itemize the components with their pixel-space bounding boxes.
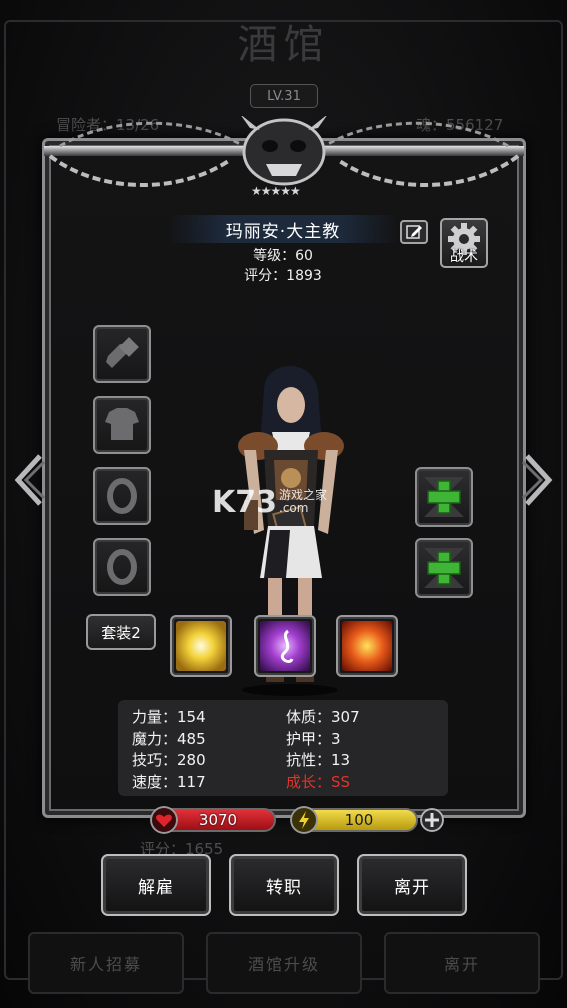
- ring-icon: [107, 549, 137, 585]
- weapon-slot[interactable]: [93, 325, 151, 383]
- edit-pencil-icon: [406, 225, 422, 239]
- tavern-level-badge: LV.31: [250, 84, 318, 108]
- armor-icon: [105, 408, 139, 440]
- stat-resistance: 抗性：13: [286, 751, 351, 769]
- add-accessory-slot-1[interactable]: [415, 467, 473, 527]
- rune-glyph-icon: [280, 629, 294, 663]
- tavern-leave-button[interactable]: 离开: [384, 932, 540, 994]
- burst-skill-icon: [176, 621, 226, 671]
- skill-slot-3[interactable]: [336, 615, 398, 677]
- skill-slot-1[interactable]: [170, 615, 232, 677]
- watermark-line2: .com: [279, 500, 309, 515]
- stat-growth: 成长：SS: [286, 772, 351, 791]
- ring-icon: [107, 478, 137, 514]
- hp-value: 3070: [198, 811, 238, 829]
- tactics-label: 战术: [450, 249, 478, 265]
- job-change-button[interactable]: 转职: [229, 854, 339, 916]
- add-icon: [424, 477, 464, 517]
- heart-icon: [150, 806, 178, 834]
- stat-strength: 力量：154: [132, 708, 206, 726]
- hero-star-rating: ★★★★★: [251, 184, 301, 198]
- stat-skill: 技巧：280: [132, 751, 206, 769]
- hero-name: 玛丽安·大主教: [168, 215, 398, 243]
- hero-score: 评分：1893: [244, 268, 322, 284]
- add-accessory-slot-2[interactable]: [415, 538, 473, 598]
- hammer-icon: [106, 337, 139, 368]
- add-icon: [424, 548, 464, 588]
- add-energy-icon[interactable]: [420, 808, 444, 832]
- stat-constitution: 体质：307: [286, 708, 360, 726]
- hero-stats-panel: 力量：154 魔力：485 技巧：280 速度：117 体质：307 护甲：3 …: [118, 700, 448, 796]
- tactics-button[interactable]: 战术: [440, 218, 488, 268]
- tavern-title: 酒馆: [237, 22, 330, 68]
- recruit-button[interactable]: 新人招募: [28, 932, 184, 994]
- stat-speed: 速度：117: [132, 772, 206, 791]
- skill-slot-2[interactable]: [254, 615, 316, 677]
- leave-button[interactable]: 离开: [357, 854, 467, 916]
- watermark: K73 游戏之家 .com: [212, 485, 327, 520]
- lightning-icon: [290, 806, 318, 834]
- next-hero-arrow-icon[interactable]: [519, 452, 559, 508]
- watermark-logo: K73: [212, 485, 277, 520]
- watermark-text: 游戏之家 .com: [279, 487, 328, 515]
- ring-slot-1[interactable]: [93, 467, 151, 525]
- armor-slot[interactable]: [93, 396, 151, 454]
- equipment-set-button[interactable]: 套装2: [86, 614, 156, 650]
- dismiss-button[interactable]: 解雇: [101, 854, 211, 916]
- stats-left-column: 力量：154 魔力：485 技巧：280 速度：117: [132, 707, 206, 793]
- rune-skill-icon: [260, 621, 310, 671]
- stats-right-column: 体质：307 护甲：3 抗性：13 成长：SS: [286, 707, 360, 793]
- rename-button[interactable]: [400, 220, 428, 244]
- ring-slot-2[interactable]: [93, 538, 151, 596]
- watermark-line1: 游戏之家: [279, 487, 328, 502]
- upgrade-tavern-button[interactable]: 酒馆升级: [206, 932, 362, 994]
- prev-hero-arrow-icon[interactable]: [8, 452, 48, 508]
- fire-skill-icon: [342, 621, 392, 671]
- energy-value: 100: [344, 811, 374, 829]
- stat-armor: 护甲：3: [286, 729, 341, 748]
- hero-level: 等级：60: [253, 248, 313, 264]
- stat-magic: 魔力：485: [132, 729, 206, 748]
